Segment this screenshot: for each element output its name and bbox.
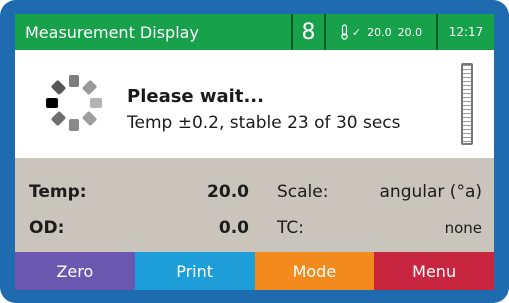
tc-value: none [444, 219, 482, 237]
temp-value: 20.0 [207, 182, 249, 202]
mode-button[interactable]: Mode [254, 252, 375, 290]
status-message-detail: Temp ±0.2, stable 23 of 30 secs [127, 113, 401, 133]
page-title: Measurement Display [15, 14, 291, 50]
message-area: Please wait... Temp ±0.2, stable 23 of 3… [15, 50, 494, 158]
temperature-reading-b: 20.0 [397, 25, 423, 39]
device-frame: Measurement Display 8 ✓ 20.0 20.0 12:17 [0, 0, 509, 303]
temperature-reading-a: 20.0 [367, 25, 392, 39]
temp-label: Temp: [29, 182, 87, 202]
loading-spinner-icon [45, 74, 103, 132]
temperature-status: ✓ 20.0 20.0 [324, 14, 436, 50]
tc-label: TC: [277, 218, 304, 238]
status-message-title: Please wait... [127, 86, 264, 107]
zero-button[interactable]: Zero [15, 252, 135, 290]
clock: 12:17 [436, 14, 494, 50]
print-button[interactable]: Print [134, 252, 255, 290]
thermometer-check-icon [340, 24, 351, 40]
channel-indicator: 8 [291, 14, 324, 50]
temperature-check-mark: ✓ [351, 25, 362, 39]
header-bar: Measurement Display 8 ✓ 20.0 20.0 12:17 [15, 14, 494, 50]
level-gauge [461, 63, 473, 145]
od-value: 0.0 [218, 218, 249, 238]
menu-button[interactable]: Menu [374, 252, 494, 290]
scale-label: Scale: [277, 182, 329, 202]
screen: Measurement Display 8 ✓ 20.0 20.0 12:17 [15, 14, 494, 290]
softkey-bar: Zero Print Mode Menu [15, 252, 494, 290]
readings-panel: Temp: 20.0 Scale: angular (°a) OD: 0.0 T… [15, 158, 494, 252]
od-label: OD: [29, 218, 65, 238]
scale-value: angular (°a) [379, 182, 482, 202]
